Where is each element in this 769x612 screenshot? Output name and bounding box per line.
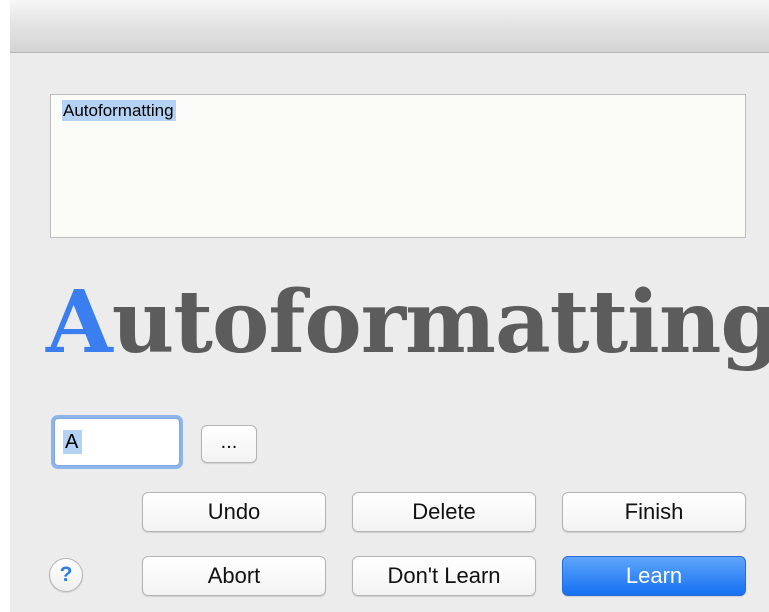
character-input-value: A: [63, 430, 83, 454]
preview-first-letter: A: [46, 272, 113, 373]
autoformat-preview: Autoformatting: [46, 268, 769, 378]
title-bar[interactable]: [10, 0, 769, 53]
finish-button[interactable]: Finish: [562, 492, 746, 532]
more-button[interactable]: ...: [201, 425, 257, 463]
preview-rest-text: utoformatting: [111, 272, 769, 373]
dialog-window: Autoformatting Autoformatting A ... Undo…: [10, 0, 769, 612]
abort-button[interactable]: Abort: [142, 556, 326, 596]
learn-button[interactable]: Learn: [562, 556, 746, 596]
text-area-selection: Autoformatting: [62, 100, 176, 121]
text-area[interactable]: Autoformatting: [50, 94, 746, 238]
help-icon[interactable]: ?: [49, 558, 83, 592]
character-input[interactable]: A: [54, 418, 180, 466]
delete-button[interactable]: Delete: [352, 492, 536, 532]
undo-button[interactable]: Undo: [142, 492, 326, 532]
dont-learn-button[interactable]: Don't Learn: [352, 556, 536, 596]
